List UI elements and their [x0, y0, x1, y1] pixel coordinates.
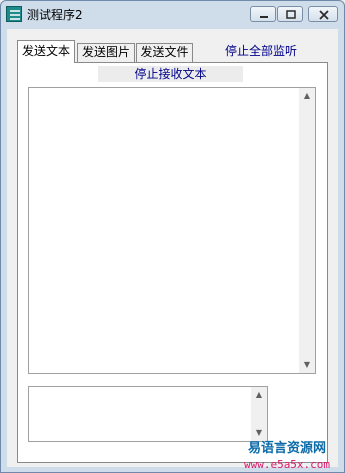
stop-all-listening-link[interactable]: 停止全部监听	[225, 42, 297, 59]
send-text-area[interactable]: ▲ ▼	[28, 386, 268, 442]
stop-receive-text-button[interactable]: 停止接收文本	[98, 66, 243, 82]
scroll-down-arrow-icon[interactable]: ▼	[299, 357, 315, 373]
scroll-up-arrow-icon[interactable]: ▲	[299, 88, 315, 104]
minimize-icon	[260, 16, 268, 18]
app-icon	[6, 6, 22, 22]
window-client-area: 发送文本 发送图片 发送文件 停止全部监听 停止接收文本 ▲ ▼ ▲ ▼	[7, 29, 338, 467]
maximize-icon	[286, 10, 296, 19]
tab-send-text[interactable]: 发送文本	[17, 40, 75, 63]
watermark-brand: 易语言资源网	[247, 441, 326, 456]
app-window: 测试程序2 发送文本 发送图片 发送文件 停止全部监听 停止接收文本 ▲ ▼ ▲…	[0, 0, 345, 473]
tab-panel: 停止接收文本 ▲ ▼ ▲ ▼	[17, 62, 328, 463]
watermark-url: www.e5a5x.com	[243, 458, 331, 471]
received-text-area[interactable]: ▲ ▼	[28, 87, 316, 374]
maximize-button[interactable]	[277, 6, 303, 22]
scroll-up-arrow-icon[interactable]: ▲	[251, 387, 267, 403]
minimize-button[interactable]	[250, 6, 276, 22]
send-text-scrollbar[interactable]: ▲ ▼	[251, 387, 267, 441]
close-icon	[319, 10, 329, 20]
title-bar[interactable]: 测试程序2	[1, 1, 344, 28]
window-title: 测试程序2	[27, 8, 83, 22]
tab-send-image[interactable]: 发送图片	[77, 43, 135, 62]
close-button[interactable]	[308, 6, 338, 22]
watermark: 易语言资源网 www.e5a5x.com	[232, 437, 342, 471]
tab-send-file[interactable]: 发送文件	[136, 43, 193, 62]
received-text-scrollbar[interactable]: ▲ ▼	[299, 88, 315, 373]
